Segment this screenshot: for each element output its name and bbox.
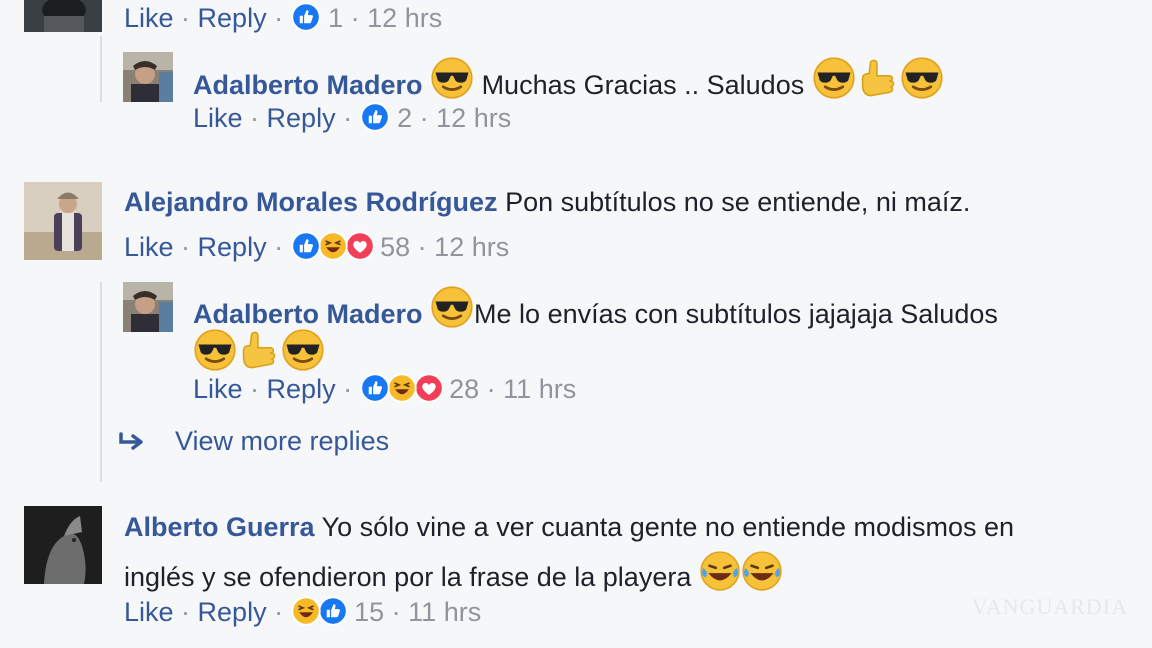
reactions-icons[interactable] — [360, 373, 442, 403]
reactions-icons[interactable] — [291, 231, 373, 261]
reaction-count[interactable]: 2 — [397, 103, 412, 133]
like-reaction-icon[interactable] — [360, 102, 390, 140]
author-name[interactable]: Alberto Guerra — [124, 512, 315, 542]
haha-reaction-icon — [318, 231, 348, 261]
thread-line — [100, 282, 102, 482]
comment-actions: Like · Reply · 28 · 11 hrs — [193, 373, 577, 404]
sunglasses-emoji-icon — [900, 56, 944, 108]
avatar[interactable] — [24, 0, 102, 32]
author-name[interactable]: Adalberto Madero — [193, 70, 423, 100]
comment-actions: Like · Reply · 15 · 11 hrs — [124, 596, 482, 627]
avatar[interactable] — [123, 282, 173, 332]
comment-actions: Like · Reply · 2 · 12 hrs — [193, 101, 511, 140]
author-name[interactable]: Adalberto Madero — [193, 299, 423, 329]
comment-body: Alejandro Morales Rodríguez Pon subtítul… — [124, 185, 970, 219]
avatar[interactable] — [24, 182, 102, 260]
comment-actions: Like · Reply · 1 · 12 hrs — [124, 1, 442, 40]
like-reaction-icon — [318, 596, 348, 626]
like-link[interactable]: Like — [193, 103, 243, 133]
view-more-replies-link[interactable]: View more replies — [175, 426, 389, 457]
sunglasses-emoji-icon — [812, 56, 856, 108]
comment-text: Yo sólo vine a ver cuanta gente no entie… — [321, 512, 1015, 542]
timestamp[interactable]: 11 hrs — [408, 597, 481, 627]
reply-arrow-icon[interactable] — [117, 430, 147, 459]
reply-link[interactable]: Reply — [267, 374, 336, 404]
like-link[interactable]: Like — [193, 374, 243, 404]
comment-body-line2: inglés y se ofendieron por la frase de l… — [124, 550, 783, 600]
like-link[interactable]: Like — [124, 597, 174, 627]
reaction-count[interactable]: 58 — [380, 232, 410, 262]
reply-link[interactable]: Reply — [198, 3, 267, 33]
timestamp[interactable]: 11 hrs — [503, 374, 576, 404]
comment-actions: Like · Reply · 58 · 12 hrs — [124, 231, 510, 262]
comment-text: Pon subtítulos no se entiende, ni maíz. — [505, 187, 971, 217]
like-link[interactable]: Like — [124, 3, 174, 33]
watermark: VANGUARDIA — [971, 594, 1128, 619]
timestamp[interactable]: 12 hrs — [367, 3, 442, 33]
comment-body: Alberto Guerra Yo sólo vine a ver cuanta… — [124, 510, 1014, 544]
haha-reaction-icon — [387, 373, 417, 403]
reply-link[interactable]: Reply — [198, 232, 267, 262]
sunglasses-emoji-icon — [430, 285, 474, 337]
tears-of-joy-emoji-icon — [741, 550, 783, 600]
reaction-count[interactable]: 1 — [328, 3, 343, 33]
timestamp[interactable]: 12 hrs — [436, 103, 511, 133]
avatar[interactable] — [123, 52, 173, 102]
avatar[interactable] — [24, 506, 102, 584]
love-reaction-icon — [345, 231, 375, 261]
comment-text: inglés y se ofendieron por la frase de l… — [124, 562, 692, 592]
haha-reaction-icon — [291, 596, 321, 626]
reactions-icons[interactable] — [291, 596, 347, 626]
like-reaction-icon[interactable] — [291, 2, 321, 40]
reply-link[interactable]: Reply — [267, 103, 336, 133]
thread-line — [100, 36, 102, 102]
reply-link[interactable]: Reply — [198, 597, 267, 627]
love-reaction-icon — [414, 373, 444, 403]
timestamp[interactable]: 12 hrs — [434, 232, 509, 262]
reaction-count[interactable]: 15 — [354, 597, 384, 627]
comment-text: Me lo envías con subtítulos jajajaja Sal… — [474, 299, 998, 329]
like-link[interactable]: Like — [124, 232, 174, 262]
author-name[interactable]: Alejandro Morales Rodríguez — [124, 187, 498, 217]
comment-text: Muchas Gracias .. Saludos — [481, 70, 805, 100]
pointing-finger-emoji-icon — [856, 56, 900, 108]
tears-of-joy-emoji-icon — [699, 550, 741, 600]
reaction-count[interactable]: 28 — [449, 374, 479, 404]
like-reaction-icon — [291, 231, 321, 261]
like-reaction-icon — [360, 373, 390, 403]
